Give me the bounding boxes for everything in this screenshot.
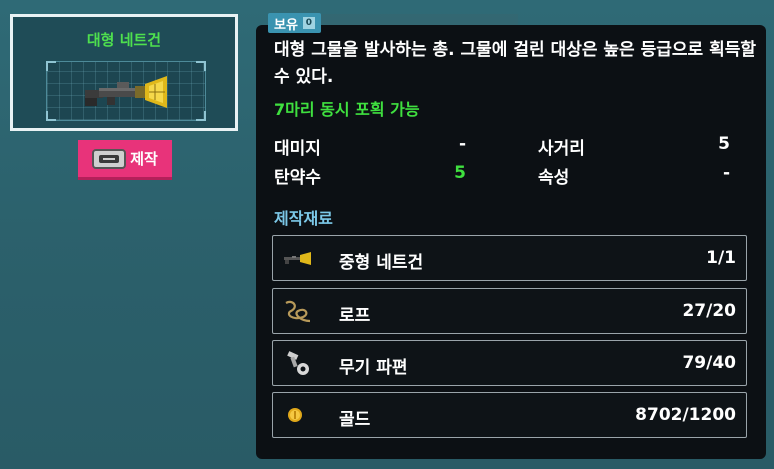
damage-label: 대미지 <box>274 139 321 159</box>
material-name: 골드 <box>339 410 371 430</box>
element-value: - <box>722 163 730 183</box>
item-tooltip: 대형 그물을 발사하는 총. 그물에 걸린 대상은 높은 등급으로 획득할 수 … <box>256 25 766 459</box>
range-label: 사거리 <box>538 139 585 159</box>
item-card[interactable]: 대형 네트건 <box>10 14 238 131</box>
material-row-weapon-fragment: 무기 파편 79/40 <box>272 340 747 386</box>
range-value: 5 <box>718 134 730 154</box>
material-count: 79/40 <box>682 353 736 373</box>
material-count: 1/1 <box>706 248 736 268</box>
element-label: 속성 <box>538 168 570 188</box>
materials-title: 제작재료 <box>274 209 333 228</box>
weapon-fragment-icon <box>287 351 309 375</box>
net-gun-icon <box>284 252 311 265</box>
gold-coin-icon <box>288 408 302 422</box>
material-row-net-gun: 중형 네트건 1/1 <box>272 235 747 281</box>
item-name: 대형 네트건 <box>86 31 162 49</box>
owned-badge: 보유 0 <box>268 13 321 33</box>
item-preview-frame <box>46 61 206 121</box>
rope-icon <box>285 300 311 323</box>
material-row-rope: 로프 27/20 <box>272 288 747 334</box>
material-name: 중형 네트건 <box>339 253 424 273</box>
spacebar-key-icon <box>92 148 127 169</box>
capture-note: 7마리 동시 포획 가능 <box>274 100 420 119</box>
owned-label: 보유 <box>274 17 298 33</box>
material-count: 8702/1200 <box>635 405 736 425</box>
ammo-value: 5 <box>454 163 466 183</box>
craft-button[interactable]: 제작 <box>78 140 172 180</box>
item-description: 대형 그물을 발사하는 총. 그물에 걸린 대상은 높은 등급으로 획득할 수 … <box>274 40 757 87</box>
ammo-label: 탄약수 <box>274 168 321 188</box>
material-row-gold: 골드 8702/1200 <box>272 392 747 438</box>
owned-count: 0 <box>302 17 315 29</box>
craft-button-label: 제작 <box>130 150 158 168</box>
material-name: 로프 <box>339 306 371 326</box>
large-net-gun-icon <box>85 76 167 108</box>
material-name: 무기 파편 <box>339 358 408 378</box>
material-count: 27/20 <box>682 301 736 321</box>
damage-value: - <box>458 134 466 154</box>
